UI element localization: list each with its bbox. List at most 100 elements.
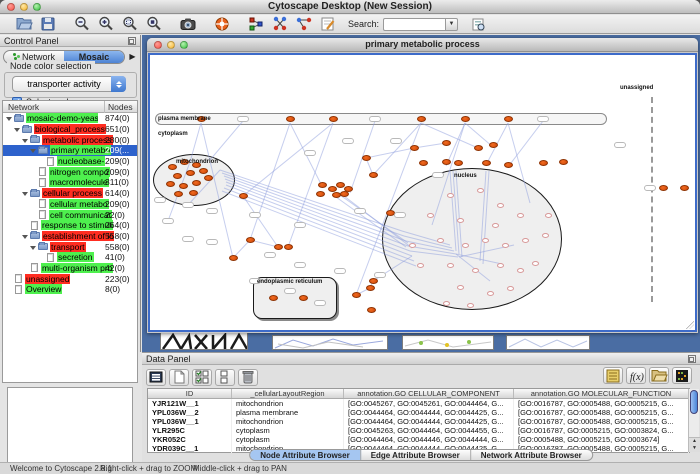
network-node[interactable]: [352, 292, 361, 298]
network-node[interactable]: [454, 160, 463, 166]
network-node-small[interactable]: [507, 286, 514, 291]
search-config-button[interactable]: [467, 15, 489, 33]
scrollbar-thumb[interactable]: [690, 390, 698, 414]
tab-network-attribute-browser[interactable]: Network Attribute Browser: [471, 450, 592, 460]
column-header[interactable]: _cellularLayoutRegion: [232, 389, 344, 398]
tree-item[interactable]: primary metabo 209(...: [3, 145, 137, 156]
network-label-node[interactable]: [432, 172, 444, 178]
network-node[interactable]: [299, 295, 308, 301]
tree-item[interactable]: biological_process 651(0): [3, 124, 137, 135]
float-panel-icon[interactable]: [688, 355, 696, 363]
table-row[interactable]: YJR121W__1mitochondrion[GO:0045267, GO:0…: [148, 399, 689, 408]
column-header[interactable]: annotation.GO MOLECULAR_FUNCTION: [514, 389, 689, 398]
network-label-node[interactable]: [342, 138, 354, 144]
network-node-small[interactable]: [447, 193, 454, 198]
import-attributes-button[interactable]: [649, 367, 669, 384]
network-node[interactable]: [659, 185, 668, 191]
network-node[interactable]: [417, 116, 426, 122]
attribute-batch-button[interactable]: [603, 367, 623, 384]
tree-item[interactable]: nucleobase- 209(0): [3, 156, 137, 167]
network-label-node[interactable]: [304, 150, 316, 156]
network-node[interactable]: [174, 191, 183, 197]
network-node[interactable]: [680, 185, 689, 191]
network-node[interactable]: [189, 190, 198, 196]
table-row[interactable]: YLR295Ccytoplasm[GO:0045263, GO:0044464,…: [148, 426, 689, 435]
network-node[interactable]: [559, 159, 568, 165]
network-label-node[interactable]: [369, 116, 381, 122]
delete-attribute-button[interactable]: [238, 369, 258, 386]
network-node[interactable]: [192, 180, 201, 186]
network-label-node[interactable]: [334, 268, 346, 274]
network-node[interactable]: [504, 116, 513, 122]
network-label-node[interactable]: [162, 218, 174, 224]
search-dropdown-button[interactable]: ▼: [445, 18, 458, 31]
network-label-node[interactable]: [394, 212, 406, 218]
help-button[interactable]: [211, 15, 233, 33]
network-label-node[interactable]: [284, 288, 296, 294]
background-window-fragment[interactable]: [160, 332, 248, 350]
network-label-node[interactable]: [294, 262, 306, 268]
network-node[interactable]: [461, 116, 470, 122]
network-node-small[interactable]: [417, 263, 424, 268]
apply-spring-layout-button[interactable]: [269, 15, 291, 33]
tree-item[interactable]: transport 558(0): [3, 241, 137, 252]
network-node-small[interactable]: [447, 263, 454, 268]
network-label-node[interactable]: [249, 212, 261, 218]
network-label-node[interactable]: [537, 116, 549, 122]
tree-item[interactable]: mosaic-demo-yeast 874(0): [3, 113, 137, 124]
function-builder-button[interactable]: f(x): [626, 367, 646, 384]
network-node-small[interactable]: [457, 218, 464, 223]
tree-item[interactable]: metabolic process 280(0): [3, 134, 137, 145]
birds-eye-view[interactable]: [7, 387, 133, 471]
zoom-fit-button[interactable]: [143, 15, 165, 33]
tree-item[interactable]: cell communicat 22(0): [3, 209, 137, 220]
network-label-node[interactable]: [644, 185, 656, 191]
network-label-node[interactable]: [390, 138, 402, 144]
network-label-node[interactable]: [614, 142, 626, 148]
network-node[interactable]: [239, 193, 248, 199]
network-node-small[interactable]: [497, 263, 504, 268]
disclosure-triangle-icon[interactable]: [22, 190, 30, 196]
network-node-small[interactable]: [517, 213, 524, 218]
network-node[interactable]: [229, 255, 238, 261]
network-node[interactable]: [286, 116, 295, 122]
tree-item[interactable]: response to stimulu 264(0): [3, 220, 137, 231]
network-node-small[interactable]: [497, 203, 504, 208]
network-node[interactable]: [340, 191, 349, 197]
apply-attribute-layout-button[interactable]: [293, 15, 315, 33]
disclosure-triangle-icon[interactable]: [30, 244, 38, 250]
network-node[interactable]: [366, 285, 375, 291]
network-node-small[interactable]: [522, 238, 529, 243]
network-node[interactable]: [274, 244, 283, 250]
network-node[interactable]: [329, 116, 338, 122]
network-label-node[interactable]: [154, 197, 166, 203]
network-label-node[interactable]: [206, 239, 218, 245]
network-label-node[interactable]: [182, 202, 194, 208]
network-node[interactable]: [179, 183, 188, 189]
table-row[interactable]: YPL036W__1mitochondrion[GO:0044464, GO:0…: [148, 417, 689, 426]
network-node[interactable]: [316, 191, 325, 197]
network-node-small[interactable]: [443, 301, 450, 306]
network-node-small[interactable]: [409, 243, 416, 248]
network-label-node[interactable]: [182, 236, 194, 242]
network-node[interactable]: [442, 159, 451, 165]
network-node-small[interactable]: [542, 233, 549, 238]
tree-item[interactable]: nitrogen compo 209(0): [3, 166, 137, 177]
network-node-small[interactable]: [457, 285, 464, 290]
column-header[interactable]: ID: [148, 389, 232, 398]
network-node-small[interactable]: [517, 268, 524, 273]
network-node[interactable]: [410, 145, 419, 151]
disclosure-triangle-icon[interactable]: [30, 147, 38, 153]
annotate-button[interactable]: [317, 15, 339, 33]
network-node-small[interactable]: [427, 213, 434, 218]
network-node[interactable]: [269, 295, 278, 301]
unselect-attributes-button[interactable]: [215, 369, 235, 386]
disclosure-triangle-icon[interactable]: [6, 115, 14, 121]
network-node[interactable]: [482, 160, 491, 166]
network-node[interactable]: [367, 307, 376, 313]
disclosure-triangle-icon[interactable]: [14, 126, 22, 132]
zoom-selected-button[interactable]: [119, 15, 141, 33]
network-node-small[interactable]: [467, 303, 474, 308]
network-label-node[interactable]: [314, 300, 326, 306]
network-node[interactable]: [442, 140, 451, 146]
